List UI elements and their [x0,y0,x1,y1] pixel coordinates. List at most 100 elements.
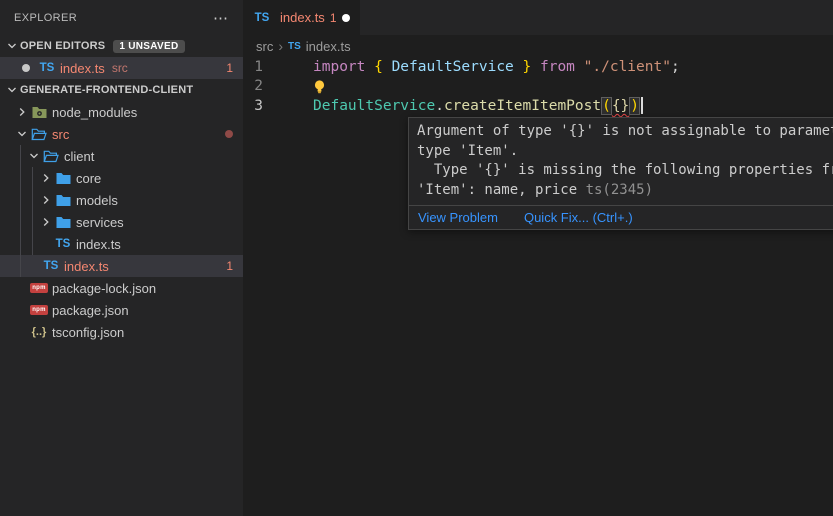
code-token: from [531,59,583,75]
folder-icon [54,216,72,229]
line-number: 2 [243,78,263,94]
tree-item-src[interactable]: src [0,123,243,145]
explorer-title: EXPLORER [14,12,77,24]
folder-open-icon [42,150,60,163]
chevron-down-icon[interactable] [4,85,20,95]
ts-file-icon: TS [38,62,56,74]
tree-item-core[interactable]: core [0,167,243,189]
ts-file-icon: TS [253,12,271,24]
code-line[interactable]: 1 import { DefaultService } from "./clien… [243,57,833,77]
tab-index-ts[interactable]: TS index.ts 1 [243,0,360,35]
code-token: . [435,98,444,114]
modified-dot-icon[interactable] [22,64,30,72]
chevron-down-icon[interactable] [14,129,30,139]
code-token: "./client" [584,59,671,75]
error-hover-tooltip: Argument of type '{}' is not assignable … [408,117,833,230]
sidebar-header: EXPLORER ⋯ [0,0,243,35]
tree-item-label: core [76,171,101,186]
tree-item-client[interactable]: client [0,145,243,167]
tree-item-label: src [52,127,69,142]
tree-item-label: package-lock.json [52,281,156,296]
code-token: ; [671,59,680,75]
hover-text: Type '{}' is missing the following prope… [417,162,833,178]
tree-item-index.ts[interactable]: TSindex.ts [0,233,243,255]
code-token: ) [629,97,640,115]
tree-item-package-lock.json[interactable]: npm package-lock.json [0,277,243,299]
hover-message-line: Argument of type '{}' is not assignable … [417,122,833,142]
chevron-right-icon[interactable] [14,107,30,117]
breadcrumb-separator: › [278,38,283,54]
code-editor[interactable]: 1 import { DefaultService } from "./clien… [243,57,833,116]
code-line[interactable]: 3 DefaultService.createItemItemPost({}) [243,96,833,116]
tree-item-label: models [76,193,118,208]
chevron-right-icon[interactable] [38,195,54,205]
folder-node-icon [30,106,48,119]
hover-message-line: type 'Item'. [417,142,833,162]
hover-action-view-problem[interactable]: View Problem [418,210,498,225]
hover-message: Argument of type '{}' is not assignable … [409,118,833,205]
tab-title: index.ts [280,10,325,25]
error-squiggle-token: {} [612,98,629,114]
npm-icon: npm [30,283,48,293]
tree-item-label: tsconfig.json [52,325,124,340]
file-tree: node_modulessrcclientcoremodelsservicesT… [0,101,243,343]
code-line-content: import { DefaultService } from "./client… [313,59,680,75]
explorer-sidebar: EXPLORER ⋯ OPEN EDITORS 1 UNSAVED TS ind… [0,0,243,516]
code-token: { [374,59,383,75]
chevron-right-icon[interactable] [38,217,54,227]
hover-message-line: Type '{}' is missing the following prope… [417,161,833,181]
error-count-badge: 1 [226,61,233,75]
tree-item-package.json[interactable]: npm package.json [0,299,243,321]
line-number: 1 [243,59,263,75]
code-line-content [313,79,326,94]
open-editors-section-header[interactable]: OPEN EDITORS 1 UNSAVED [0,35,243,57]
error-dot-badge [225,130,233,138]
tree-item-node_modules[interactable]: node_modules [0,101,243,123]
workspace-section-header[interactable]: GENERATE-FRONTEND-CLIENT [0,79,243,101]
folder-open-icon [30,128,48,141]
tree-item-tsconfig.json[interactable]: {..} tsconfig.json [0,321,243,343]
npm-icon: npm [30,305,48,315]
chevron-down-icon[interactable] [4,41,20,51]
unsaved-badge: 1 UNSAVED [113,40,184,53]
error-count-badge: 1 [226,259,233,273]
ts-icon: TS [42,260,60,272]
tree-item-index.ts[interactable]: TS index.ts 1 [0,255,243,277]
tree-item-label: client [64,149,94,164]
breadcrumb: src › TS index.ts [243,35,833,57]
more-actions-icon[interactable]: ⋯ [213,9,229,27]
code-token: createItemItemPost [444,98,601,114]
code-token: import [313,59,374,75]
hover-text: ts(2345) [586,182,653,198]
workspace-label: GENERATE-FRONTEND-CLIENT [20,84,193,96]
json-icon: {..} [30,326,48,338]
hover-text: 'Item': name, price [417,182,586,198]
lightbulb-icon[interactable] [313,79,326,94]
chevron-right-icon[interactable] [38,173,54,183]
chevron-down-icon[interactable] [26,151,42,161]
cursor-caret [641,97,643,114]
tree-item-label: index.ts [64,259,109,274]
breadcrumb-item-file[interactable]: index.ts [306,39,351,54]
tree-item-label: index.ts [76,237,121,252]
tree-item-services[interactable]: services [0,211,243,233]
folder-icon [54,194,72,207]
code-token: DefaultService [313,98,435,114]
code-token: ( [601,97,612,115]
hover-actions: View Problem Quick Fix... (Ctrl+.) [409,205,833,229]
unsaved-indicator-dot[interactable] [342,14,350,22]
open-editor-file-path: src [112,61,128,75]
ts-file-icon: TS [288,41,301,52]
tab-bar: TS index.ts 1 [243,0,833,35]
code-token: DefaultService [383,59,523,75]
hover-text: type 'Item'. [417,143,518,159]
open-editor-item[interactable]: TS index.ts src 1 [0,57,243,79]
tree-item-models[interactable]: models [0,189,243,211]
line-number: 3 [243,98,263,114]
code-line-content: DefaultService.createItemItemPost({}) [313,97,643,115]
hover-action-quick-fix[interactable]: Quick Fix... (Ctrl+.) [524,210,633,225]
folder-icon [54,172,72,185]
breadcrumb-item-src[interactable]: src [256,39,273,54]
tree-item-label: package.json [52,303,129,318]
code-line[interactable]: 2 [243,77,833,97]
